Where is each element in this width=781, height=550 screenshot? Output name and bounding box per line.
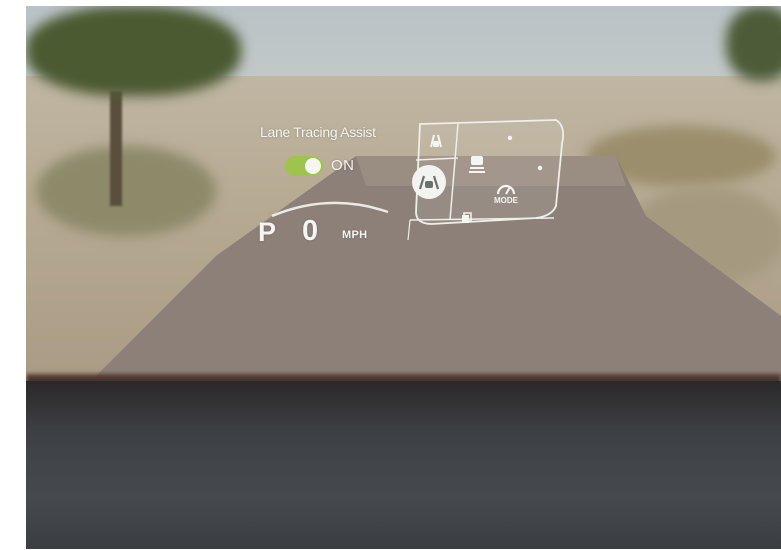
windshield-view: Lane Tracing Assist ON P 0 MPH MODE [26,6,781,549]
drive-mode-label: MODE [494,196,518,205]
dashboard-hood [26,381,781,549]
speed-arc [271,201,389,218]
road [86,156,781,386]
speed-unit: MPH [342,229,368,241]
lane-tracing-toggle[interactable] [285,156,323,176]
drive-mode-icon[interactable] [495,180,517,196]
tree-canopy [26,6,241,96]
page-icon[interactable] [461,212,473,224]
tree-canopy [726,6,781,81]
lane-assist-icon[interactable] [425,131,447,153]
lane-tracing-selected-icon[interactable] [411,164,447,200]
toggle-state-label: ON [331,157,355,174]
speed-readout: 0 [302,215,319,247]
gear-indicator: P [258,217,277,247]
hud-title: Lane Tracing Assist [260,124,376,140]
tree-trunk [110,91,122,206]
vehicle-distance-icon[interactable] [467,154,487,176]
toggle-knob [305,158,321,174]
